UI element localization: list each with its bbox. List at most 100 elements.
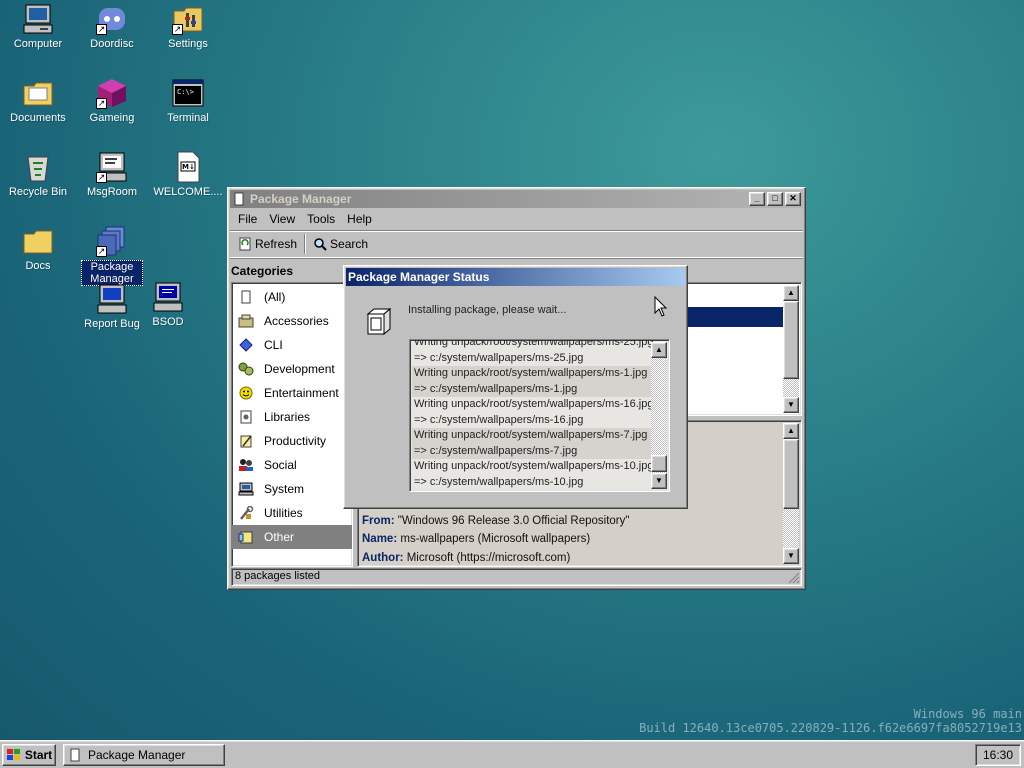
status-message: Installing package, please wait... bbox=[408, 304, 567, 316]
category-cli[interactable]: CLI bbox=[232, 333, 352, 357]
details-author: Author: Microsoft (https://microsoft.com… bbox=[362, 552, 571, 564]
desktop-icon-documents[interactable]: Documents bbox=[1, 77, 75, 124]
scroll-down-button[interactable]: ▼ bbox=[783, 397, 799, 413]
desktop-icon-settings[interactable]: ↗ Settings bbox=[151, 3, 225, 50]
search-icon bbox=[313, 237, 327, 251]
desktop-icon-doordisc[interactable]: ↗ Doordisc bbox=[75, 3, 149, 50]
details-scroll-thumb[interactable] bbox=[783, 439, 799, 509]
details-scroll-down-button[interactable]: ▼ bbox=[783, 548, 799, 564]
docs-folder-icon bbox=[22, 225, 54, 257]
category-productivity[interactable]: Productivity bbox=[232, 429, 352, 453]
log-line: Writing unpack/root/system/wallpapers/ms… bbox=[414, 398, 654, 410]
windows-logo-icon bbox=[6, 748, 22, 762]
details-scroll-up-button[interactable]: ▲ bbox=[783, 423, 799, 439]
desktop-icon-welcome[interactable]: M↓ WELCOME.... bbox=[151, 151, 225, 198]
recycle-bin-icon bbox=[22, 151, 54, 183]
resize-grip-icon[interactable] bbox=[788, 572, 800, 584]
log-line: => c:/system/wallpapers/ms-25.jpg bbox=[414, 351, 584, 364]
details-name: Name: ms-wallpapers (Microsoft wallpaper… bbox=[362, 533, 591, 545]
taskbar: Start Package Manager 16:30 bbox=[0, 740, 1024, 768]
menu-file[interactable]: File bbox=[232, 210, 263, 228]
category-social[interactable]: Social bbox=[232, 453, 352, 477]
log-line: Writing unpack/root/system/wallpapers/ms… bbox=[412, 428, 652, 444]
libraries-icon bbox=[238, 409, 254, 425]
category-entertainment[interactable]: Entertainment bbox=[232, 381, 352, 405]
menu-view[interactable]: View bbox=[263, 210, 301, 228]
menu-help[interactable]: Help bbox=[341, 210, 378, 228]
msgroom-icon: ↗ bbox=[96, 151, 128, 183]
close-button[interactable]: ✕ bbox=[785, 192, 801, 206]
category-utilities[interactable]: Utilities bbox=[232, 501, 352, 525]
log-line: => c:/system/wallpapers/ms-16.jpg bbox=[414, 413, 584, 426]
log-scroll-thumb[interactable] bbox=[651, 455, 667, 472]
package-manager-titlebar[interactable]: Package Manager _ □ ✕ bbox=[230, 190, 803, 208]
svg-text:C:\>: C:\> bbox=[177, 88, 194, 96]
development-icon bbox=[238, 361, 254, 377]
log-line: => c:/system/wallpapers/ms-1.jpg bbox=[412, 381, 652, 397]
menu-bar: File View Tools Help bbox=[230, 208, 803, 230]
status-bar: 8 packages listed bbox=[231, 568, 802, 586]
category-system[interactable]: System bbox=[232, 477, 352, 501]
smiley-icon bbox=[238, 385, 254, 401]
system-icon bbox=[238, 481, 254, 497]
category-all[interactable]: (All) bbox=[232, 285, 352, 309]
bsod-icon bbox=[152, 281, 184, 313]
category-other[interactable]: Other bbox=[232, 525, 352, 549]
desktop-icon-computer[interactable]: Computer bbox=[1, 3, 75, 50]
start-button[interactable]: Start bbox=[2, 744, 56, 766]
category-accessories[interactable]: Accessories bbox=[232, 309, 352, 333]
all-packages-icon bbox=[238, 289, 254, 305]
doordisc-icon: ↗ bbox=[96, 3, 128, 35]
gameing-icon: ↗ bbox=[96, 77, 128, 109]
refresh-button[interactable]: Refresh bbox=[234, 235, 301, 253]
minimize-button[interactable]: _ bbox=[749, 192, 765, 206]
details-scrollbar[interactable]: ▲ ▼ bbox=[783, 423, 799, 564]
search-button[interactable]: Search bbox=[309, 235, 372, 253]
package-manager-icon: ↗ bbox=[96, 225, 128, 257]
utilities-icon bbox=[238, 505, 254, 521]
desktop-icon-docs[interactable]: Docs bbox=[1, 225, 75, 272]
categories-title: Categories bbox=[231, 264, 294, 278]
maximize-button[interactable]: □ bbox=[767, 192, 783, 206]
documents-folder-icon bbox=[22, 77, 54, 109]
menu-tools[interactable]: Tools bbox=[301, 210, 341, 228]
computer-icon bbox=[22, 3, 54, 35]
taskbar-app-icon bbox=[68, 748, 82, 762]
log-line: Writing unpack/root/system/wallpapers/ms… bbox=[414, 339, 654, 348]
desktop-icon-gameing[interactable]: ↗ Gameing bbox=[75, 77, 149, 124]
cli-diamond-icon bbox=[238, 337, 254, 353]
desktop-icon-package-manager[interactable]: ↗ Package Manager bbox=[75, 225, 149, 286]
refresh-icon bbox=[238, 237, 252, 251]
log-line: Writing unpack/root/system/wallpapers/ms… bbox=[412, 366, 652, 382]
log-scroll-up-button[interactable]: ▲ bbox=[651, 342, 667, 358]
mouse-cursor-icon bbox=[654, 295, 668, 318]
desktop-icon-terminal[interactable]: C:\> Terminal bbox=[151, 77, 225, 124]
taskbar-item-package-manager[interactable]: Package Manager bbox=[63, 744, 225, 766]
install-log: Writing unpack/root/system/wallpapers/ms… bbox=[409, 339, 670, 492]
window-app-icon bbox=[232, 192, 246, 206]
markdown-file-icon: M↓ bbox=[172, 151, 204, 183]
desktop-icon-recycle-bin[interactable]: Recycle Bin bbox=[1, 151, 75, 198]
accessories-icon bbox=[238, 313, 254, 329]
terminal-icon: C:\> bbox=[172, 77, 204, 109]
status-dialog-titlebar[interactable]: Package Manager Status bbox=[346, 268, 685, 286]
productivity-icon bbox=[238, 433, 254, 449]
log-scroll-down-button[interactable]: ▼ bbox=[651, 473, 667, 489]
desktop-icon-msgroom[interactable]: ↗ MsgRoom bbox=[75, 151, 149, 198]
package-list-scrollbar[interactable]: ▲ ▼ bbox=[783, 285, 799, 413]
scroll-up-button[interactable]: ▲ bbox=[783, 285, 799, 301]
log-scrollbar[interactable]: ▲ ▼ bbox=[651, 342, 667, 489]
package-box-icon bbox=[366, 307, 392, 336]
desktop-icon-bsod[interactable]: BSOD bbox=[131, 281, 205, 328]
log-line: Writing unpack/root/system/wallpapers/ms… bbox=[414, 460, 654, 472]
category-libraries[interactable]: Libraries bbox=[232, 405, 352, 429]
toolbar-separator bbox=[304, 234, 307, 254]
category-development[interactable]: Development bbox=[232, 357, 352, 381]
log-content: Writing unpack/root/system/wallpapers/ms… bbox=[412, 339, 654, 490]
settings-icon: ↗ bbox=[172, 3, 204, 35]
clock[interactable]: 16:30 bbox=[975, 744, 1021, 766]
report-bug-icon bbox=[96, 283, 128, 315]
window-title: Package Manager bbox=[250, 192, 352, 206]
status-dialog-icon bbox=[362, 306, 394, 338]
scroll-thumb[interactable] bbox=[783, 301, 799, 379]
